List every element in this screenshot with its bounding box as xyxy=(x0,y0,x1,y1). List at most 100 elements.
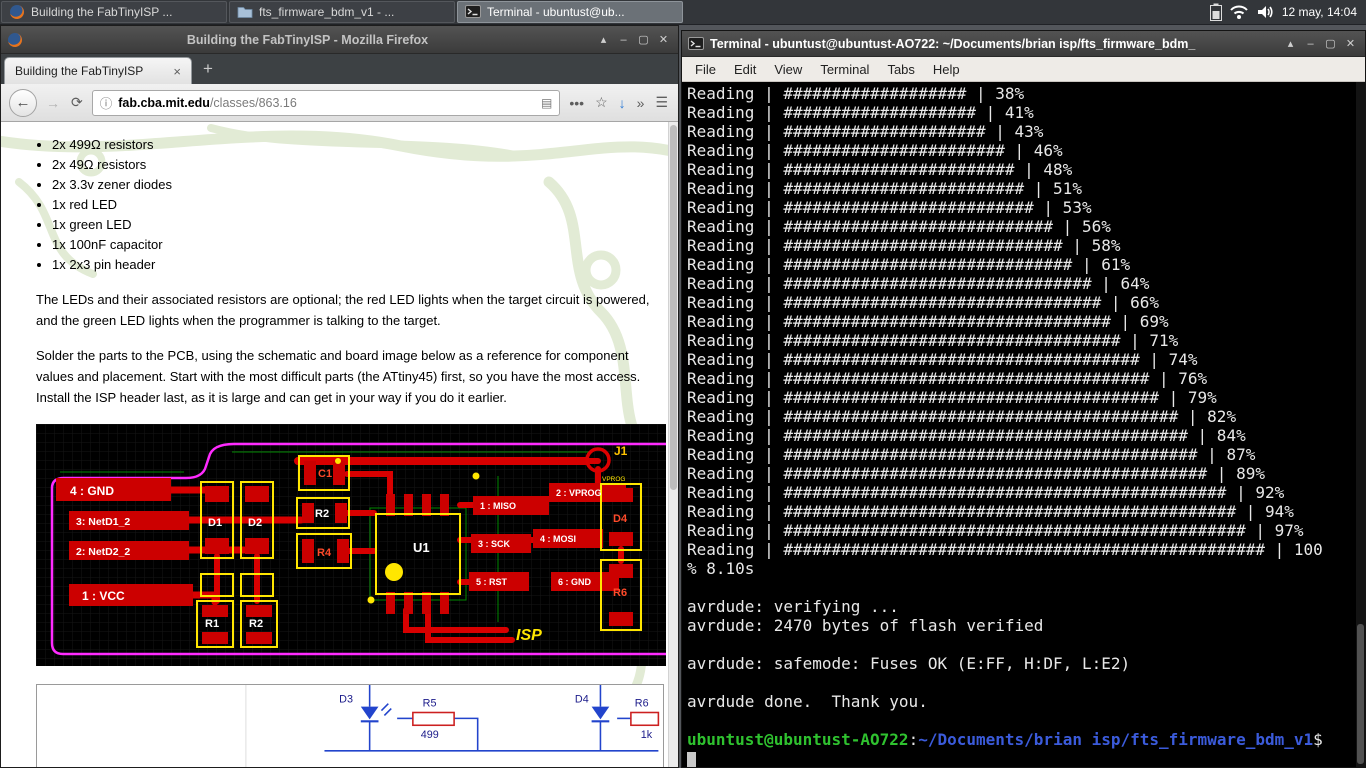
pcb-board-image: 4 : GND 3: NetD1_2 2: NetD2_2 1 : VCC 1 … xyxy=(36,424,666,666)
bullet-item: 2x 499Ω resistors xyxy=(52,135,668,155)
terminal-line: Reading | ##############################… xyxy=(687,293,1160,312)
pcb-pad-gnd: 4 : GND xyxy=(70,484,114,498)
bullet-item: 2x 3.3v zener diodes xyxy=(52,175,668,195)
terminal-line: Reading | ##############################… xyxy=(687,407,1237,426)
schematic-label-r6: R6 xyxy=(635,698,649,710)
pcb-pad-miso: 1 : MISO xyxy=(480,501,516,511)
firefox-window: Building the FabTinyISP - Mozilla Firefo… xyxy=(0,25,679,768)
new-tab-button[interactable]: + xyxy=(192,59,224,79)
terminal-line: Reading | ##############################… xyxy=(687,255,1131,274)
close-button[interactable]: ✕ xyxy=(655,33,672,46)
system-tray: 12 may, 14:04 xyxy=(1201,0,1366,24)
url-path: /classes/863.16 xyxy=(209,95,297,110)
menu-terminal[interactable]: Terminal xyxy=(812,60,877,79)
pcb-ref-u1: U1 xyxy=(413,540,430,555)
terminal-line: Reading | ##############################… xyxy=(687,426,1246,445)
url-domain: fab.cba.mit.edu xyxy=(118,95,210,110)
menu-edit[interactable]: Edit xyxy=(726,60,764,79)
taskbar-item-label: fts_firmware_bdm_v1 - ... xyxy=(259,5,395,19)
firefox-icon xyxy=(8,32,22,47)
terminal-cursor xyxy=(687,751,696,767)
pcb-ref-j1: J1 xyxy=(614,444,628,458)
terminal-line: Reading | ##############################… xyxy=(687,445,1256,464)
shade-button[interactable]: ▴ xyxy=(1282,37,1299,50)
prompt-path: ~/Documents/brian isp/fts_firmware_bdm_v… xyxy=(918,730,1314,749)
reader-mode-icon[interactable]: ▤ xyxy=(541,96,552,110)
firefox-scrollbar[interactable] xyxy=(668,122,678,767)
firefox-titlebar[interactable]: Building the FabTinyISP - Mozilla Firefo… xyxy=(1,26,678,54)
maximize-button[interactable]: ▢ xyxy=(1322,37,1339,50)
page-actions-icon[interactable]: ••• xyxy=(567,95,586,111)
downloads-icon[interactable]: ↓ xyxy=(617,95,628,111)
terminal-scrollbar-thumb[interactable] xyxy=(1357,624,1364,764)
back-button[interactable]: ← xyxy=(9,88,37,117)
window-controls: ▴ – ▢ ✕ xyxy=(1279,37,1359,51)
forward-button[interactable]: → xyxy=(44,95,62,111)
minimize-button[interactable]: – xyxy=(615,34,632,46)
terminal-line: Reading | ######################### | 51… xyxy=(687,179,1082,198)
firefox-scrollbar-thumb[interactable] xyxy=(670,125,677,490)
terminal-line: Reading | ##############################… xyxy=(687,502,1294,521)
page-info-icon[interactable]: ⓘ xyxy=(100,93,113,112)
hamburger-menu-icon[interactable]: ☰ xyxy=(653,94,670,111)
tab-close-icon[interactable]: × xyxy=(173,64,181,79)
schematic-label-d3: D3 xyxy=(339,694,353,706)
overflow-icon[interactable]: » xyxy=(635,95,647,111)
terminal-body[interactable]: Reading | ################### | 38% Readi… xyxy=(682,82,1365,767)
tab-building-fabtinyisp[interactable]: Building the FabTinyISP × xyxy=(4,57,192,84)
shade-button[interactable]: ▴ xyxy=(595,33,612,46)
schematic-image: D3 R5 499 D4 R6 1k xyxy=(36,684,664,767)
pcb-ref-d1: D1 xyxy=(208,517,222,529)
firefox-window-title: Building the FabTinyISP - Mozilla Firefo… xyxy=(186,32,429,47)
menu-file[interactable]: File xyxy=(687,60,724,79)
bookmark-star-icon[interactable]: ☆ xyxy=(593,94,610,111)
prompt-user: ubuntust@ubuntust-AO722 xyxy=(687,730,909,749)
bullet-item: 1x green LED xyxy=(52,215,668,235)
menu-tabs[interactable]: Tabs xyxy=(879,60,922,79)
terminal-line: Reading | ##############################… xyxy=(687,464,1265,483)
terminal-scrollbar[interactable] xyxy=(1356,82,1365,767)
minimize-button[interactable]: – xyxy=(1302,38,1319,50)
taskbar: Building the FabTinyISP ... fts_firmware… xyxy=(0,0,1366,25)
maximize-button[interactable]: ▢ xyxy=(635,33,652,46)
menu-help[interactable]: Help xyxy=(925,60,968,79)
bullet-item: 1x red LED xyxy=(52,195,668,215)
url-bar[interactable]: ⓘ fab.cba.mit.edu/classes/863.16 ▤ xyxy=(91,89,561,116)
terminal-line: Reading | ##############################… xyxy=(687,521,1304,540)
volume-icon[interactable] xyxy=(1256,4,1274,20)
terminal-line: Reading | ############################# … xyxy=(687,236,1121,255)
taskbar-item-file-manager[interactable]: fts_firmware_bdm_v1 - ... xyxy=(229,1,455,23)
pcb-ref-r2b: R2 xyxy=(249,618,263,630)
schematic-value-r6: 1k xyxy=(641,729,653,741)
taskbar-item-firefox[interactable]: Building the FabTinyISP ... xyxy=(1,1,227,23)
terminal-line: avrdude: 2470 bytes of flash verified xyxy=(687,616,1044,635)
bullet-item: 1x 2x3 pin header xyxy=(52,255,668,275)
reload-button[interactable]: ⟳ xyxy=(69,94,85,111)
bullet-item: 2x 49Ω resistors xyxy=(52,155,668,175)
terminal-line: Reading | ######################## | 48% xyxy=(687,160,1073,179)
terminal-window-title: Terminal - ubuntust@ubuntust-AO722: ~/Do… xyxy=(710,36,1196,51)
terminal-line: Reading | ##############################… xyxy=(687,274,1150,293)
paragraph-solder: Solder the parts to the PCB, using the s… xyxy=(36,348,641,405)
clock[interactable]: 12 may, 14:04 xyxy=(1282,5,1357,19)
terminal-line: Reading | ##############################… xyxy=(687,369,1208,388)
pcb-ref-r4: R4 xyxy=(317,547,332,559)
taskbar-item-terminal[interactable]: Terminal - ubuntust@ub... xyxy=(457,1,683,23)
terminal-titlebar[interactable]: Terminal - ubuntust@ubuntust-AO722: ~/Do… xyxy=(682,31,1365,57)
menu-view[interactable]: View xyxy=(766,60,810,79)
wifi-icon[interactable] xyxy=(1230,4,1248,20)
bullet-list: 2x 499Ω resistors2x 49Ω resistors2x 3.3v… xyxy=(52,135,668,275)
terminal-line: Reading | ################### | 38% xyxy=(687,84,1025,103)
pcb-pad-gnd6: 6 : GND xyxy=(558,577,592,587)
terminal-line: Reading | ##############################… xyxy=(687,540,1323,559)
terminal-output: Reading | ################### | 38% Readi… xyxy=(687,84,1363,730)
firefox-navbar: ← → ⟳ ⓘ fab.cba.mit.edu/classes/863.16 ▤… xyxy=(1,84,678,122)
article-body: 2x 499Ω resistors2x 49Ω resistors2x 3.3v… xyxy=(1,122,668,767)
terminal-line: % 8.10s xyxy=(687,559,755,578)
prompt-separator: : xyxy=(908,730,919,749)
battery-icon[interactable] xyxy=(1209,3,1222,21)
terminal-icon xyxy=(688,36,704,50)
close-button[interactable]: ✕ xyxy=(1342,37,1359,50)
terminal-line: Reading | ####################### | 46% xyxy=(687,141,1063,160)
